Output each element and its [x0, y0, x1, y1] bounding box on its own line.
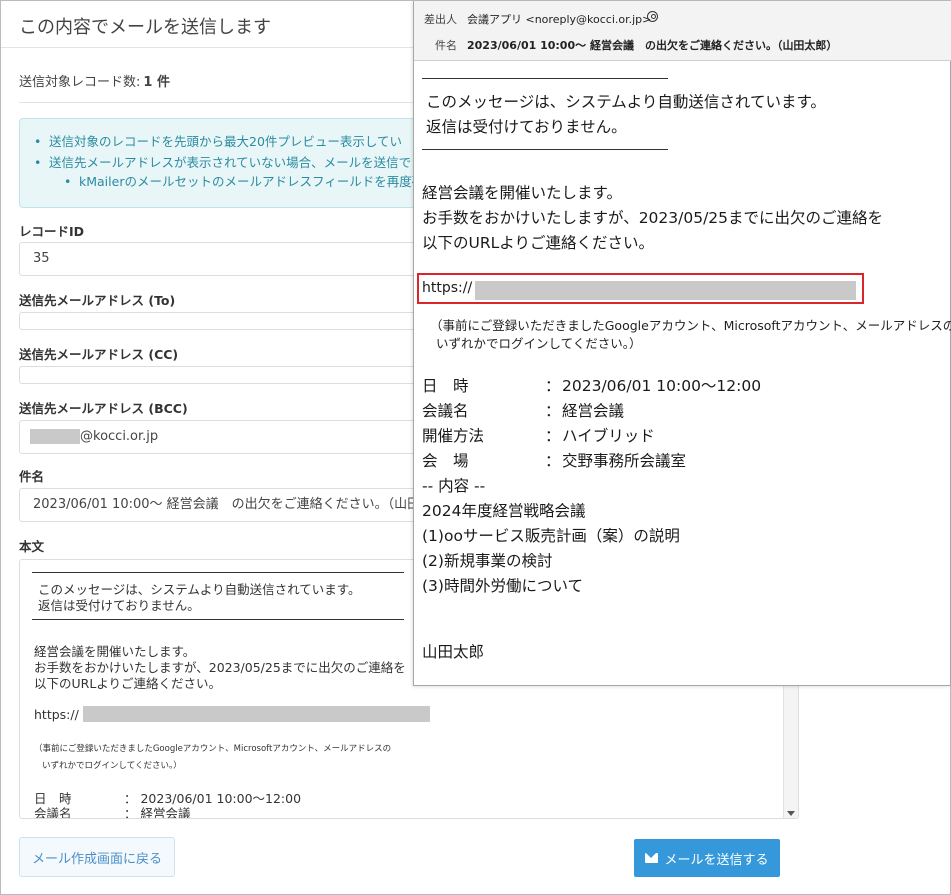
record-count-value: 1 件 — [143, 75, 170, 90]
redacted-url — [475, 281, 856, 300]
divider-line — [32, 619, 404, 620]
body-text: 返信は受付けておりません。 — [38, 598, 200, 613]
mail-subject-label: 件名 — [435, 39, 457, 52]
schedule-value: 交野事務所会議室 — [562, 452, 687, 470]
schedule-value: ハイブリッド — [562, 427, 655, 445]
body-text: お手数をおかけいたしますが、2023/05/25までに出欠のご連絡を — [34, 660, 406, 675]
to-label: 送信先メールアドレス (To) — [19, 293, 176, 308]
mail-url[interactable]: https:// — [422, 278, 472, 298]
mail-note: いずれかでログインしてください。） — [436, 336, 642, 351]
signature: 山田太郎 — [422, 643, 485, 661]
record-id-field[interactable]: 35 — [19, 242, 459, 276]
schedule-colon: ： — [545, 452, 561, 470]
body-schedule-value: ： 2023/06/01 10:00～12:00 — [124, 791, 302, 806]
info-sub-item: • kMailerのメールセットのメールアドレスフィールドを再度確 — [64, 174, 425, 189]
envelope-icon — [645, 853, 659, 863]
divider-line — [422, 149, 668, 150]
body-text: 以下のURLよりご連絡ください。 — [34, 676, 222, 691]
dialog-title: この内容でメールを送信します — [19, 17, 271, 38]
from-value: 会議アプリ <noreply@kocci.or.jp> — [467, 13, 652, 26]
record-count: 送信対象レコード数: 1 件 — [19, 71, 170, 90]
body-note: （事前にご登録いただきましたGoogleアカウント、Microsoftアカウント… — [34, 744, 392, 754]
body-label: 本文 — [19, 539, 45, 554]
mail-text: 経営会議を開催いたします。 — [422, 184, 622, 202]
mail-body: このメッセージは、システムより自動送信されています。 返信は受付けておりません。… — [414, 62, 951, 686]
from-label: 差出人 — [424, 13, 457, 26]
schedule-value: 経営会議 — [562, 402, 625, 420]
to-field[interactable] — [19, 312, 459, 330]
scroll-down-icon[interactable] — [787, 811, 795, 816]
body-schedule-key: 日 時 — [34, 791, 72, 806]
record-id-label: レコードID — [19, 224, 85, 239]
schedule-key: 会 場 — [422, 452, 469, 470]
mail-subject-value: 2023/06/01 10:00～ 経営会議 の出欠をご連絡ください。（山田太郎… — [467, 39, 838, 52]
body-schedule-value: ： 経営会議 — [124, 806, 191, 819]
mail-text: このメッセージは、システムより自動送信されています。 — [426, 93, 826, 111]
mail-note: （事前にご登録いただきましたGoogleアカウント、Microsoftアカウント… — [430, 318, 951, 333]
back-to-compose-button[interactable]: メール作成画面に戻る — [19, 837, 175, 877]
cc-label: 送信先メールアドレス (CC) — [19, 347, 179, 362]
bullet-icon: • — [34, 134, 42, 149]
schedule-key: 開催方法 — [422, 427, 485, 445]
body-text: 経営会議を開催いたします。 — [34, 644, 196, 659]
cc-field[interactable] — [19, 366, 459, 384]
info-box: • 送信対象のレコードを先頭から最大20件プレビュー表示してい • 送信先メールアド… — [19, 118, 459, 208]
redacted-block — [30, 429, 80, 444]
schedule-colon: ： — [545, 402, 561, 420]
mail-text: お手数をおかけいたしますが、2023/05/25までに出欠のご連絡を — [422, 209, 884, 227]
schedule-value: 2023/06/01 10:00～12:00 — [562, 377, 762, 395]
subject-label: 件名 — [19, 469, 45, 484]
body-note: いずれかでログインしてください。） — [42, 761, 182, 771]
record-count-label: 送信対象レコード数: — [19, 75, 141, 90]
bullet-icon: • — [64, 174, 72, 189]
user-icon — [647, 11, 658, 22]
count-divider — [19, 102, 419, 103]
content-header: -- 内容 -- — [422, 477, 486, 495]
subject-field[interactable]: 2023/06/01 10:00～ 経営会議 の出欠をご連絡ください。（山田 — [19, 488, 459, 522]
mail-text: 以下のURLよりご連絡ください。 — [422, 234, 654, 252]
schedule-colon: ： — [545, 427, 561, 445]
bcc-label: 送信先メールアドレス (BCC) — [19, 401, 188, 416]
send-mail-button[interactable]: メールを送信する — [634, 839, 780, 877]
mail-text: 返信は受付けておりません。 — [426, 118, 627, 136]
mail-preview-panel: 差出人 会議アプリ <noreply@kocci.or.jp> 件名 2023/… — [413, 1, 951, 686]
content-line: (3)時間外労働について — [422, 577, 583, 595]
body-text: このメッセージは、システムより自動送信されています。 — [38, 582, 361, 597]
bcc-field[interactable]: @kocci.or.jp — [19, 420, 459, 454]
info-item: • 送信対象のレコードを先頭から最大20件プレビュー表示してい — [34, 131, 458, 152]
mail-header: 差出人 会議アプリ <noreply@kocci.or.jp> 件名 2023/… — [414, 1, 951, 61]
content-line: 2024年度経営戦略会議 — [422, 502, 586, 520]
bcc-domain: @kocci.or.jp — [80, 429, 159, 444]
content-line: (1)ooサービス販売計画（案）の説明 — [422, 527, 680, 545]
redacted-url — [83, 706, 430, 722]
body-schedule-key: 会議名 — [34, 806, 72, 819]
send-confirmation-screen: この内容でメールを送信します 送信対象レコード数: 1 件 • 送信対象のレコードを… — [0, 0, 951, 895]
send-mail-label: メールを送信する — [664, 852, 769, 868]
divider-line — [422, 78, 668, 79]
schedule-key: 日 時 — [422, 377, 469, 395]
divider-line — [32, 572, 404, 573]
schedule-colon: ： — [545, 377, 561, 395]
content-line: (2)新規事業の検討 — [422, 552, 553, 570]
info-item: • 送信先メールアドレスが表示されていない場合、メールを送信で — [34, 152, 458, 173]
bullet-icon: • — [34, 155, 42, 170]
schedule-key: 会議名 — [422, 402, 469, 420]
body-url: https:// — [34, 707, 79, 722]
